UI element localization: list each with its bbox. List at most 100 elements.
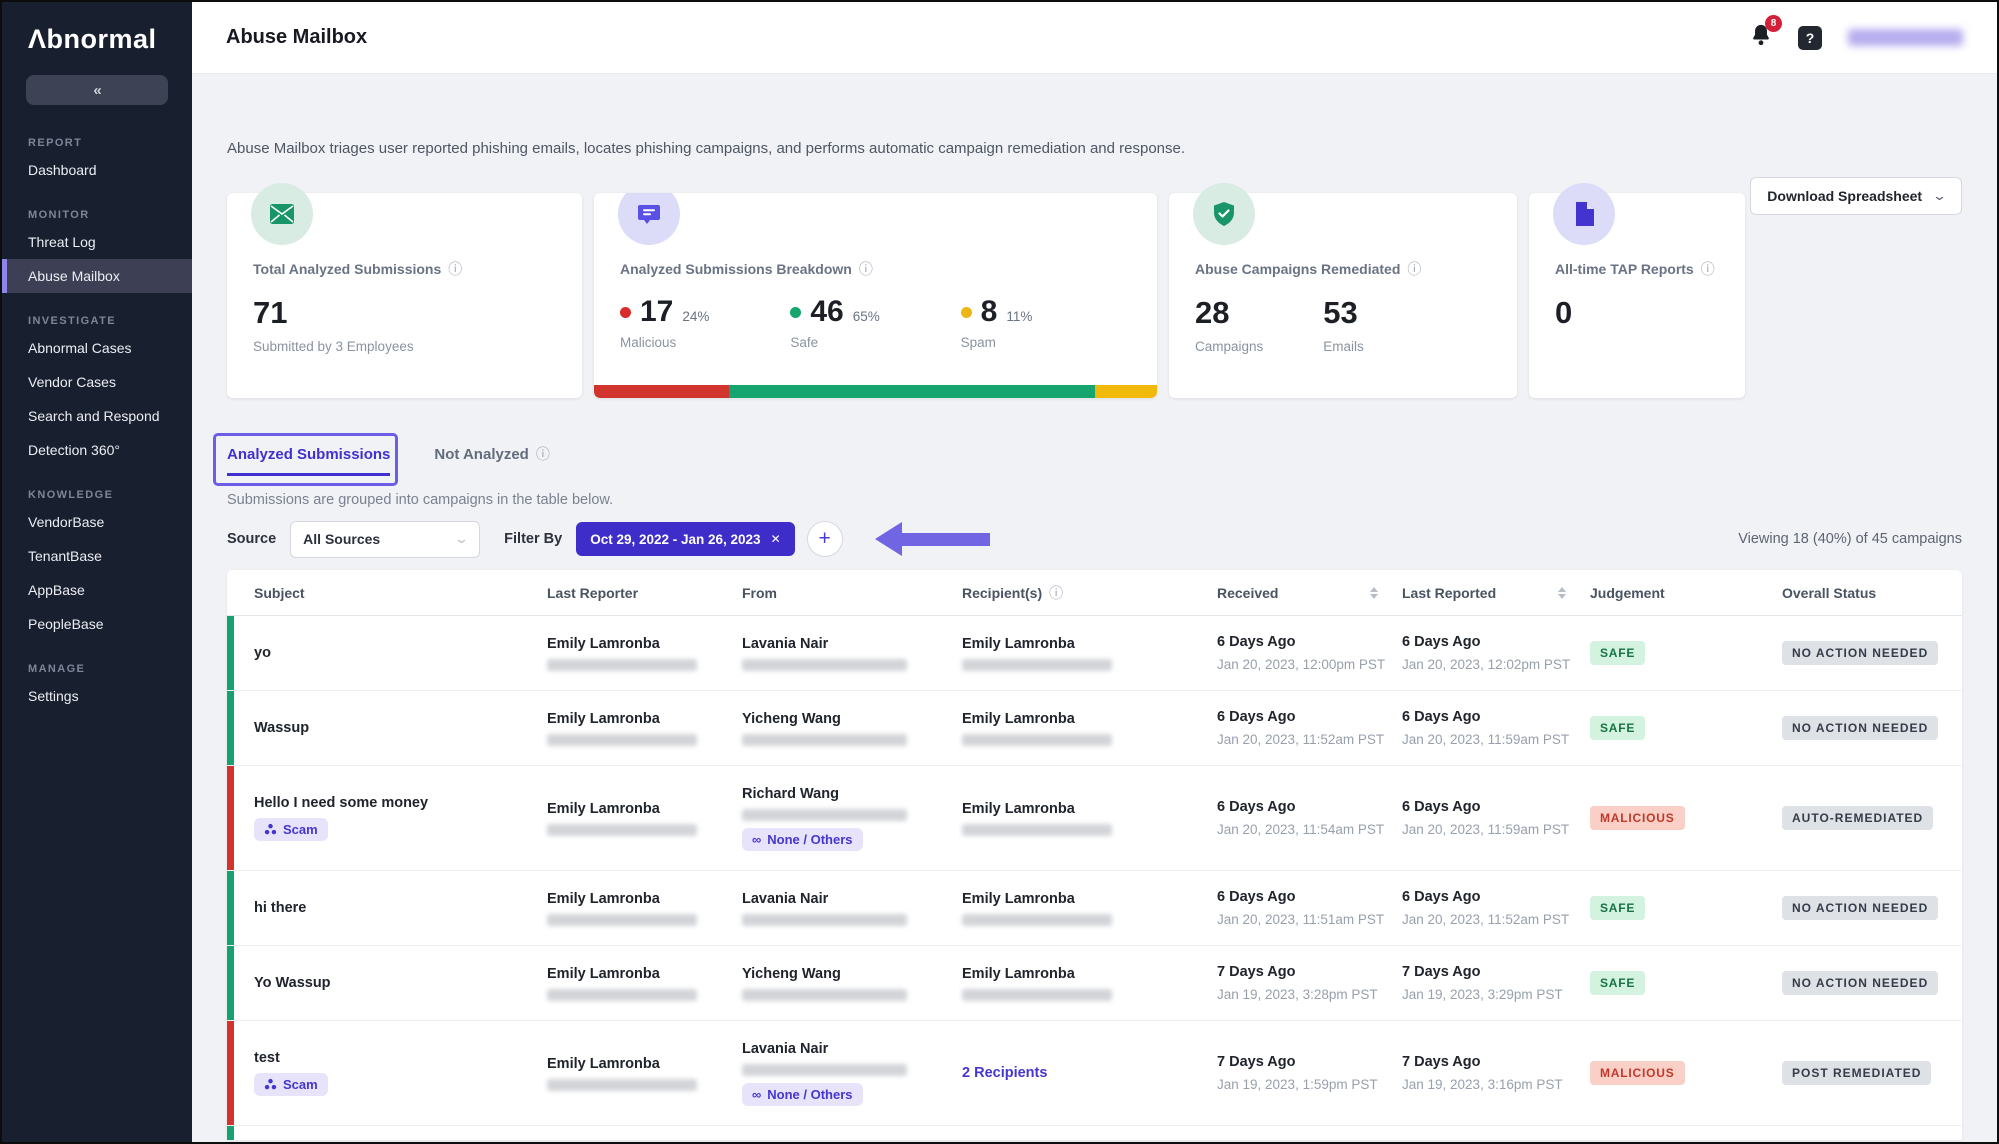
recipients-link[interactable]: 2 Recipients <box>962 1065 1207 1081</box>
blurred-email <box>547 734 697 746</box>
notifications-button[interactable]: 8 <box>1750 23 1772 52</box>
reported-relative: 6 Days Ago <box>1402 799 1580 815</box>
sidebar-item-vendorbase[interactable]: VendorBase <box>2 505 192 539</box>
column-header-judgement: Judgement <box>1590 570 1782 615</box>
blurred-email <box>742 914 907 926</box>
sidebar-item-tenantbase[interactable]: TenantBase <box>2 539 192 573</box>
cell-judgement: SAFE <box>1590 946 1782 1020</box>
nav-section-heading: REPORT <box>2 137 192 149</box>
sidebar-item-vendor-cases[interactable]: Vendor Cases <box>2 365 192 399</box>
column-header-received[interactable]: Received <box>1217 570 1402 615</box>
table-row[interactable]: yoEmily LamronbaLavania NairEmily Lamron… <box>227 616 1962 691</box>
breakdown-stacked-bar <box>594 385 1157 398</box>
reported-timestamp: Jan 19, 2023, 3:29pm PST <box>1402 987 1580 1002</box>
reported-relative: 6 Days Ago <box>1402 634 1580 650</box>
cell-from: Lavania Nair <box>742 616 962 690</box>
envelope-icon <box>251 183 313 245</box>
reported-timestamp: Jan 20, 2023, 11:59am PST <box>1402 732 1580 747</box>
user-account-name-redacted[interactable] <box>1848 29 1963 46</box>
info-icon[interactable]: ⓘ <box>536 444 550 464</box>
sidebar-item-threat-log[interactable]: Threat Log <box>2 225 192 259</box>
blurred-email <box>547 659 697 671</box>
from-tag[interactable]: ∞None / Others <box>742 828 863 851</box>
table-row[interactable]: WassupEmily LamronbaYicheng WangEmily La… <box>227 691 1962 766</box>
total-analyzed-value: 71 <box>253 295 556 331</box>
add-filter-button[interactable]: + <box>807 521 843 557</box>
from-name: Lavania Nair <box>742 636 952 652</box>
judgement-badge: MALICIOUS <box>1590 806 1685 830</box>
sidebar-item-abuse-mailbox[interactable]: Abuse Mailbox <box>2 259 192 293</box>
breakdown-item-spam: 811% Spam <box>961 295 1131 350</box>
sidebar-collapse-button[interactable]: « <box>26 75 168 105</box>
sidebar: Λbnormal « REPORTDashboardMONITORThreat … <box>2 2 192 1142</box>
info-icon[interactable]: ⓘ <box>1407 259 1421 279</box>
date-range-filter-chip[interactable]: Oct 29, 2022 - Jan 26, 2023 ✕ <box>576 522 794 556</box>
tab-analyzed-submissions[interactable]: Analyzed Submissions <box>227 446 390 463</box>
sidebar-item-abnormal-cases[interactable]: Abnormal Cases <box>2 331 192 365</box>
cell-recipients: 2 Recipients <box>962 1021 1217 1125</box>
subject-tag-label: Scam <box>283 822 318 837</box>
subject-tag[interactable]: Scam <box>254 818 328 841</box>
subject-text: Wassup <box>254 720 537 736</box>
cell-recipients: Emily Lamronba <box>962 616 1217 690</box>
info-icon[interactable]: ⓘ <box>859 259 873 279</box>
column-header-last-reported[interactable]: Last Reported <box>1402 570 1590 615</box>
chevron-down-icon: ⌄ <box>1932 188 1947 204</box>
received-relative: 6 Days Ago <box>1217 889 1392 905</box>
table-row[interactable]: Yo WassupEmily LamronbaYicheng WangEmily… <box>227 946 1962 1021</box>
info-icon[interactable]: ⓘ <box>448 259 462 279</box>
info-icon[interactable]: ⓘ <box>1701 259 1715 279</box>
tab-not-analyzed[interactable]: Not Analyzed ⓘ <box>434 444 549 464</box>
safe-dot <box>790 307 801 318</box>
sidebar-item-dashboard[interactable]: Dashboard <box>2 153 192 187</box>
campaigns-table: Subject Last Reporter From Recipient(s)ⓘ… <box>227 570 1962 1140</box>
cell-received: 6 Days AgoJan 20, 2023, 11:51am PST <box>1217 871 1402 945</box>
cell-subject: yo <box>227 616 547 690</box>
close-icon[interactable]: ✕ <box>771 532 781 546</box>
recipient-name: Emily Lamronba <box>962 711 1207 727</box>
malicious-count: 17 <box>640 295 673 329</box>
cell-overall-status: POST REMEDIATED <box>1782 1021 1962 1125</box>
blurred-email <box>742 659 907 671</box>
malicious-dot <box>620 307 631 318</box>
cell-judgement: SAFE <box>1590 691 1782 765</box>
received-relative: 6 Days Ago <box>1217 709 1392 725</box>
sort-icon[interactable] <box>1370 587 1378 599</box>
sidebar-item-appbase[interactable]: AppBase <box>2 573 192 607</box>
reported-timestamp: Jan 20, 2023, 11:59am PST <box>1402 822 1580 837</box>
app-frame: Λbnormal « REPORTDashboardMONITORThreat … <box>0 0 1999 1144</box>
chat-bubble-icon <box>618 193 680 245</box>
table-note: Submissions are grouped into campaigns i… <box>227 492 1962 508</box>
source-select[interactable]: All Sources ⌄ <box>290 521 480 558</box>
received-timestamp: Jan 20, 2023, 11:52am PST <box>1217 732 1392 747</box>
reporter-name: Emily Lamronba <box>547 966 732 982</box>
reported-relative: 6 Days Ago <box>1402 889 1580 905</box>
table-row-partial <box>227 1126 1962 1140</box>
sidebar-item-search-and-respond[interactable]: Search and Respond <box>2 399 192 433</box>
download-spreadsheet-button[interactable]: Download Spreadsheet ⌄ <box>1750 177 1962 215</box>
sidebar-item-settings[interactable]: Settings <box>2 679 192 713</box>
sidebar-item-peoplebase[interactable]: PeopleBase <box>2 607 192 641</box>
table-row[interactable]: hi thereEmily LamronbaLavania NairEmily … <box>227 871 1962 946</box>
table-row[interactable]: Hello I need some moneyScamEmily Lamronb… <box>227 766 1962 871</box>
sort-icon[interactable] <box>1558 587 1566 599</box>
cell-subject: Yo Wassup <box>227 946 547 1020</box>
reporter-name: Emily Lamronba <box>547 1056 732 1072</box>
from-name: Lavania Nair <box>742 1041 952 1057</box>
date-range-text: Oct 29, 2022 - Jan 26, 2023 <box>590 532 760 547</box>
cell-last-reporter: Emily Lamronba <box>547 616 742 690</box>
notification-badge: 8 <box>1765 15 1782 32</box>
cell-judgement: MALICIOUS <box>1590 766 1782 870</box>
status-badge: NO ACTION NEEDED <box>1782 641 1938 665</box>
shield-check-icon <box>1193 183 1255 245</box>
help-button[interactable]: ? <box>1798 26 1822 50</box>
subject-tag[interactable]: Scam <box>254 1073 328 1096</box>
from-tag[interactable]: ∞None / Others <box>742 1083 863 1106</box>
from-tag-label: None / Others <box>767 832 852 847</box>
info-icon[interactable]: ⓘ <box>1049 583 1063 603</box>
table-row[interactable]: testScamEmily LamronbaLavania Nair∞None … <box>227 1021 1962 1126</box>
cell-recipients: Emily Lamronba <box>962 766 1217 870</box>
blurred-email <box>547 1079 697 1091</box>
sidebar-item-detection-360[interactable]: Detection 360° <box>2 433 192 467</box>
cell-last-reported: 6 Days AgoJan 20, 2023, 12:02pm PST <box>1402 616 1590 690</box>
